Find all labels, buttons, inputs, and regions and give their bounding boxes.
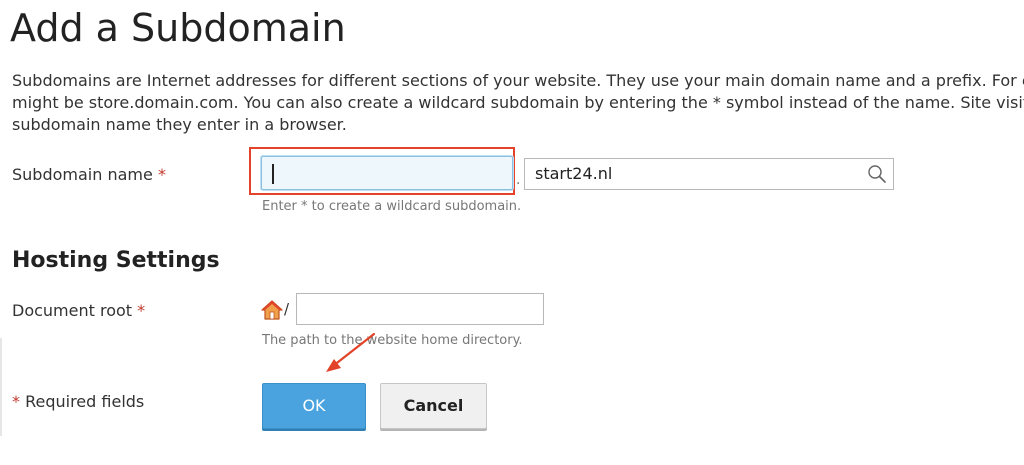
subdomain-name-input[interactable] <box>261 156 513 190</box>
subdomain-name-label-text: Subdomain name <box>12 165 153 184</box>
intro-text: Subdomains are Internet addresses for di… <box>12 70 1024 136</box>
document-root-label-text: Document root <box>12 301 133 320</box>
add-subdomain-page: Add a Subdomain Subdomains are Internet … <box>0 0 1024 465</box>
intro-line: Subdomains are Internet addresses for di… <box>12 71 1024 90</box>
parent-domain-select[interactable]: start24.nl <box>524 158 894 190</box>
cancel-button[interactable]: Cancel <box>380 383 487 429</box>
hosting-settings-heading: Hosting Settings <box>12 248 220 273</box>
home-icon <box>261 300 283 320</box>
document-root-label: Document root * <box>12 301 145 320</box>
parent-domain-value: start24.nl <box>535 164 613 183</box>
required-asterisk: * <box>137 301 146 320</box>
document-root-hint: The path to the website home directory. <box>262 333 523 348</box>
required-fields-text: Required fields <box>25 392 145 411</box>
intro-line: might be store.domain.com. You can also … <box>12 93 1024 112</box>
domain-separator: . <box>516 172 521 188</box>
path-prefix: / <box>284 300 290 318</box>
required-fields-note: * Required fields <box>12 392 144 411</box>
search-icon[interactable] <box>867 164 887 184</box>
required-asterisk: * <box>12 392 20 411</box>
intro-line: subdomain name they enter in a browser. <box>12 115 347 134</box>
subdomain-name-label: Subdomain name * <box>12 165 166 184</box>
page-title: Add a Subdomain <box>10 6 346 50</box>
divider <box>0 338 2 436</box>
required-asterisk: * <box>157 165 166 184</box>
subdomain-hint: Enter * to create a wildcard subdomain. <box>262 199 522 214</box>
text-caret <box>272 164 274 184</box>
document-root-input[interactable] <box>296 293 544 325</box>
ok-button[interactable]: OK <box>262 383 366 429</box>
